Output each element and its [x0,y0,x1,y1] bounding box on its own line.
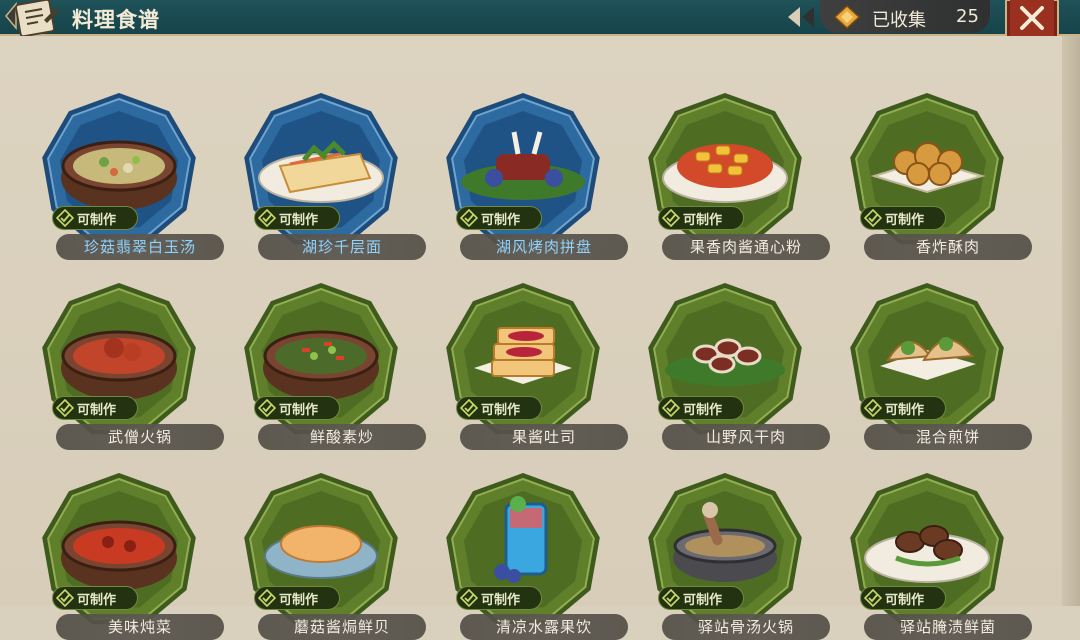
craftable-label: 可制作 [683,213,723,228]
diamond-check-icon [864,209,882,227]
recipe-name: 蘑菇酱焗鲜贝 [258,614,426,640]
recipe-card-3[interactable]: 可制作 湖风烤肉拼盘 [422,66,628,260]
diamond-check-icon [460,589,478,607]
collected-counter: 已收集 25 [820,0,990,33]
craftable-tag: 可制作 [860,396,946,420]
craftable-tag: 可制作 [254,206,340,230]
craftable-tag: 可制作 [456,206,542,230]
recipe-card-2[interactable]: 可制作 湖珍千层面 [220,66,426,260]
collected-count: 25 [956,6,979,27]
recipe-name: 驿站骨汤火锅 [662,614,830,640]
diamond-check-icon [460,399,478,417]
recipe-card-8[interactable]: 可制作 果酱吐司 [422,256,628,450]
craftable-tag: 可制作 [860,586,946,610]
recipe-card-6[interactable]: 可制作 武僧火锅 [18,256,224,450]
craftable-label: 可制作 [481,213,521,228]
craftable-tag: 可制作 [52,586,138,610]
recipe-card-7[interactable]: 可制作 鲜酸素炒 [220,256,426,450]
page-title: 料理食谱 [72,8,160,32]
diamond-check-icon [258,209,276,227]
craftable-tag: 可制作 [658,586,744,610]
recipe-card-4[interactable]: 可制作 果香肉酱通心粉 [624,66,830,260]
recipe-card-15[interactable]: 可制作 驿站腌渍鲜菌 [826,446,1032,640]
title-bar: 料理食谱 已收集 25 [0,0,1080,56]
craftable-label: 可制作 [885,593,925,608]
craftable-tag: 可制作 [52,206,138,230]
recipe-card-5[interactable]: 可制作 香炸酥肉 [826,66,1032,260]
craftable-tag: 可制作 [658,396,744,420]
craftable-label: 可制作 [683,593,723,608]
craftable-label: 可制作 [481,403,521,418]
craftable-label: 可制作 [481,593,521,608]
diamond-check-icon [258,589,276,607]
craftable-label: 可制作 [279,403,319,418]
craftable-tag: 可制作 [456,586,542,610]
diamond-check-icon [258,399,276,417]
panel-edge [1062,36,1080,606]
recipe-card-12[interactable]: 可制作 蘑菇酱焗鲜贝 [220,446,426,640]
craftable-label: 可制作 [885,403,925,418]
diamond-check-icon [56,209,74,227]
diamond-check-icon [662,209,680,227]
recipe-name: 美味炖菜 [56,614,224,640]
craftable-label: 可制作 [77,213,117,228]
collected-label: 已收集 [872,10,926,31]
diamond-check-icon [56,589,74,607]
recipe-panel: 可制作 珍菇翡翠白玉汤 可制作 湖珍千层面 可制作 湖风烤肉拼盘 可制作 果香肉… [0,36,1080,640]
craftable-label: 可制作 [683,403,723,418]
recipe-card-9[interactable]: 可制作 山野风干肉 [624,256,830,450]
diamond-check-icon [662,589,680,607]
craftable-label: 可制作 [77,403,117,418]
craftable-tag: 可制作 [456,396,542,420]
recipe-name: 驿站腌渍鲜菌 [864,614,1032,640]
craftable-label: 可制作 [77,593,117,608]
recipe-card-14[interactable]: 可制作 驿站骨汤火锅 [624,446,830,640]
craftable-label: 可制作 [279,213,319,228]
craftable-label: 可制作 [279,593,319,608]
craftable-label: 可制作 [885,213,925,228]
craftable-tag: 可制作 [52,396,138,420]
diamond-check-icon [460,209,478,227]
recipe-card-13[interactable]: 可制作 清凉水露果饮 [422,446,628,640]
craftable-tag: 可制作 [860,206,946,230]
diamond-check-icon [662,399,680,417]
recipe-card-11[interactable]: 可制作 美味炖菜 [18,446,224,640]
recipe-card-10[interactable]: 可制作 混合煎饼 [826,256,1032,450]
diamond-check-icon [56,399,74,417]
diamond-check-icon [864,589,882,607]
recipe-book-icon [5,0,59,38]
recipe-card-1[interactable]: 可制作 珍菇翡翠白玉汤 [18,66,224,260]
craftable-tag: 可制作 [254,396,340,420]
diamond-icon [834,5,860,29]
recipe-grid: 可制作 珍菇翡翠白玉汤 可制作 湖珍千层面 可制作 湖风烤肉拼盘 可制作 果香肉… [0,36,1080,640]
header-divider-icon [788,7,814,27]
craftable-tag: 可制作 [254,586,340,610]
diamond-check-icon [864,399,882,417]
recipe-name: 清凉水露果饮 [460,614,628,640]
craftable-tag: 可制作 [658,206,744,230]
